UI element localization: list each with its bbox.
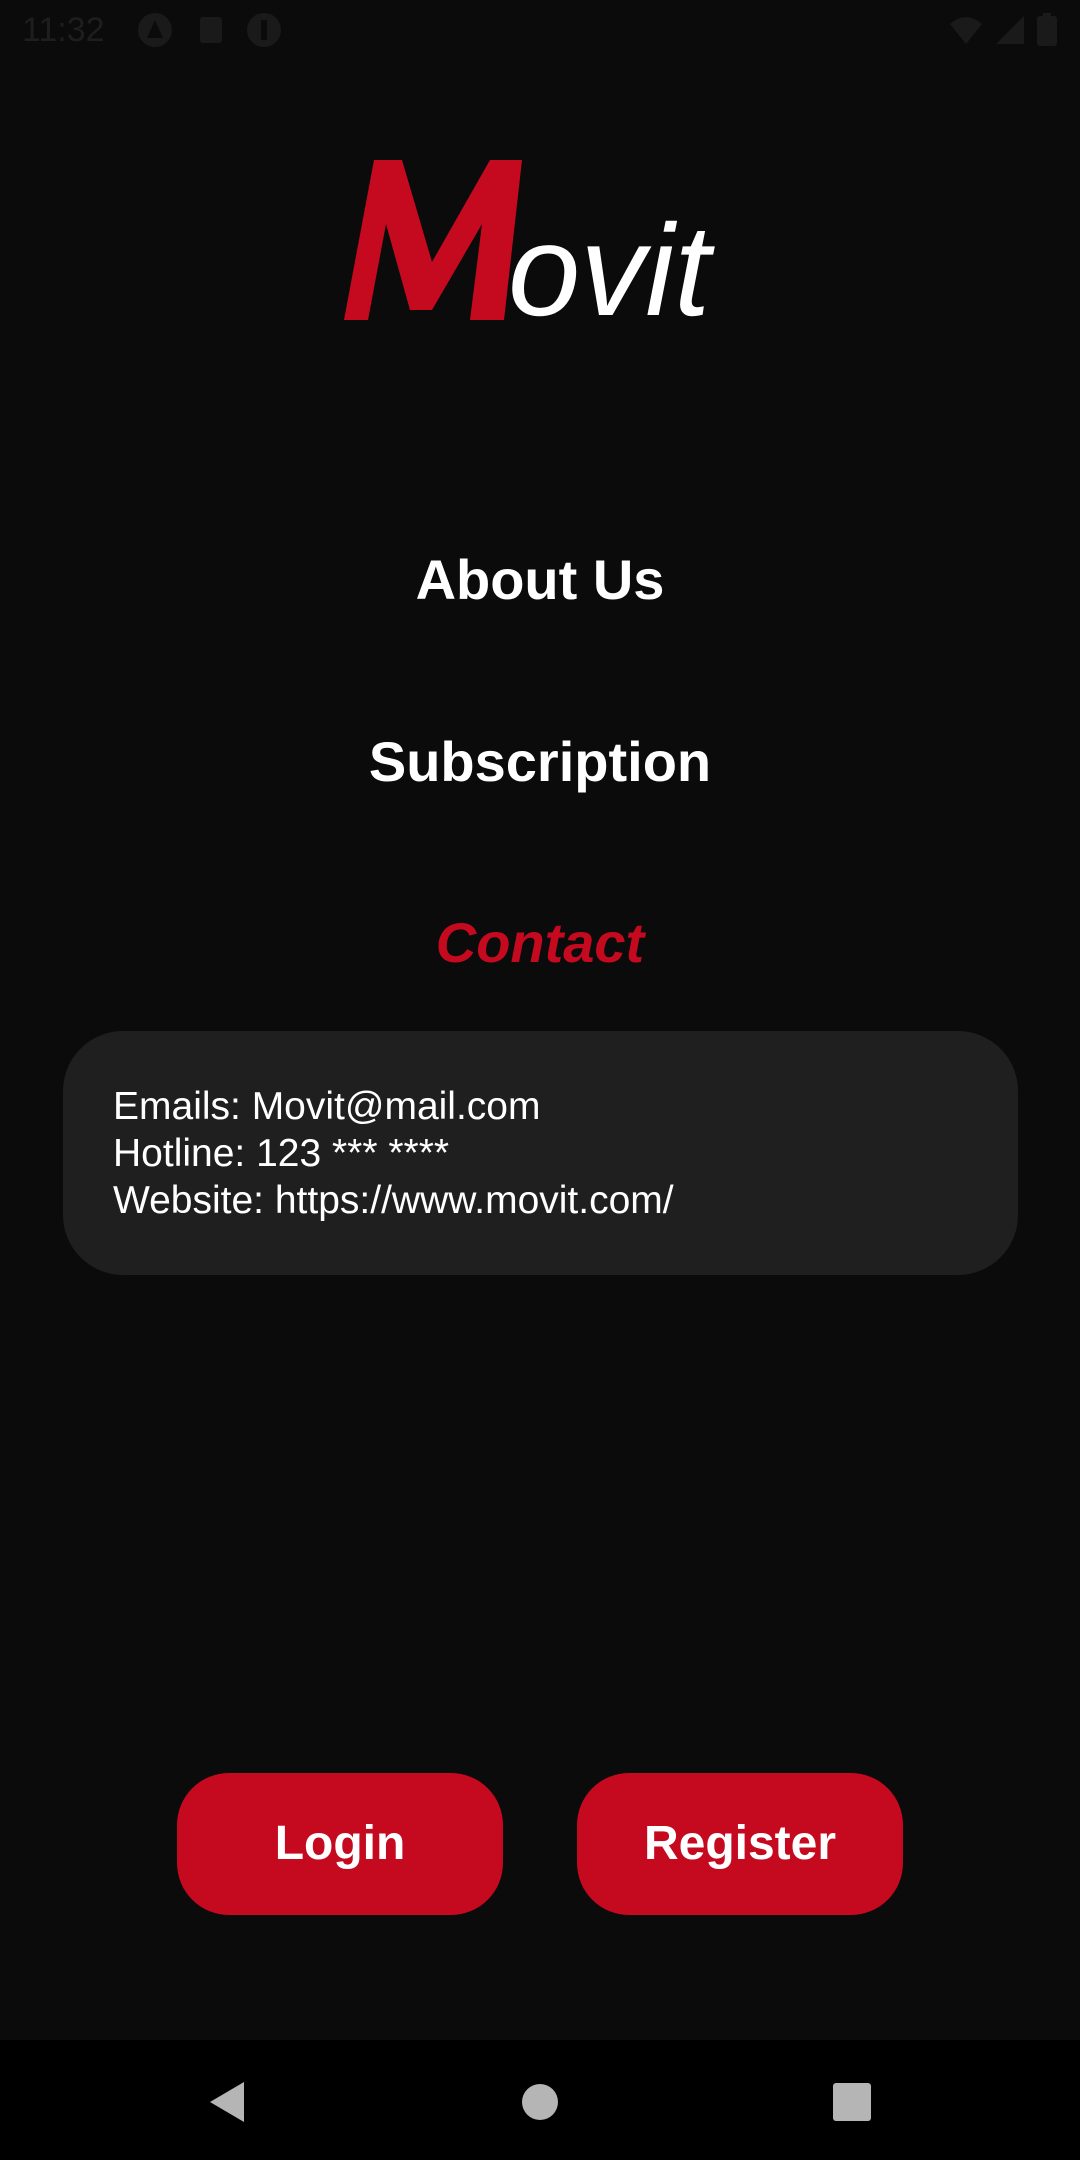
menu-subscription[interactable]: Subscription — [0, 727, 1080, 797]
signal-icon — [992, 12, 1028, 48]
status-time: 11:32 — [22, 11, 105, 49]
sim-icon — [193, 12, 229, 48]
battery-icon — [1034, 12, 1060, 48]
contact-email: Emails: Movit@mail.com — [113, 1085, 541, 1128]
movit-logo: ovit — [340, 150, 740, 343]
menu-about-us[interactable]: About Us — [0, 545, 1080, 615]
contact-website: Website: https://www.movit.com/ — [113, 1179, 674, 1222]
home-icon[interactable] — [480, 2040, 600, 2160]
notification-icon — [137, 12, 173, 48]
app-screen: 11:32 ovit About Us Subscription Contact — [0, 0, 1080, 2160]
menu-contact[interactable]: Contact — [0, 908, 1080, 978]
contact-info-card: Emails: Movit@mail.com Hotline: 123 *** … — [63, 1031, 1018, 1275]
wifi-icon — [948, 12, 984, 48]
register-button[interactable]: Register — [577, 1773, 903, 1915]
contact-hotline: Hotline: 123 *** **** — [113, 1132, 450, 1175]
back-icon[interactable] — [168, 2040, 288, 2160]
logo-text: ovit — [508, 197, 715, 330]
recents-icon[interactable] — [792, 2040, 912, 2160]
app-icon — [246, 12, 282, 48]
login-button[interactable]: Login — [177, 1773, 503, 1915]
status-bar: 11:32 — [0, 0, 1080, 60]
navigation-bar — [0, 2040, 1080, 2160]
